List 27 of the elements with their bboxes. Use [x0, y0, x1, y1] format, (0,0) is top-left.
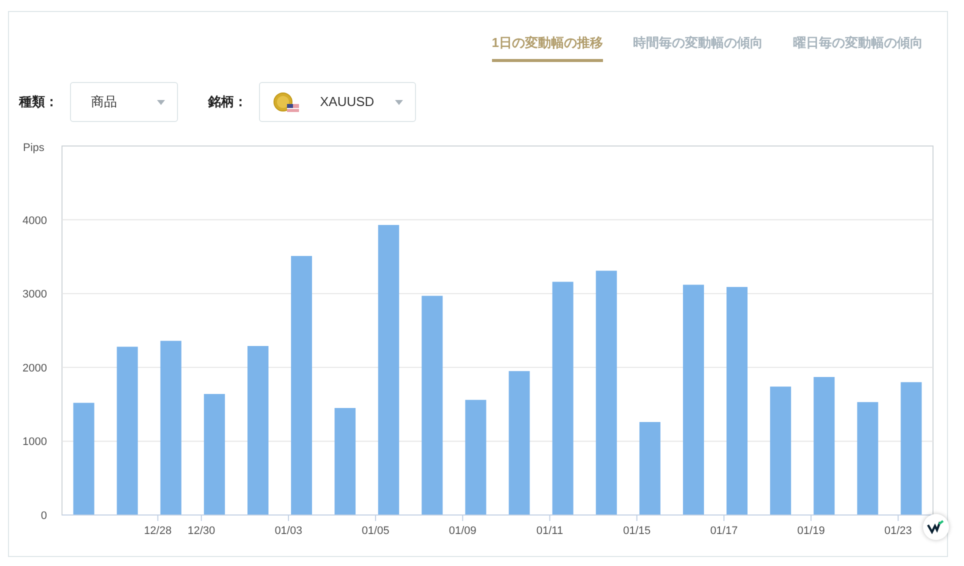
logo-icon[interactable]	[923, 514, 949, 540]
y-tick-label: 0	[40, 510, 47, 522]
axis-title: Pips	[23, 142, 44, 154]
x-tick-label: 01/17	[710, 525, 738, 537]
caret-icon	[395, 100, 403, 104]
caret-icon	[157, 100, 165, 104]
x-tick-label: 12/28	[144, 525, 172, 537]
x-tick-label: 01/05	[362, 525, 390, 537]
filter-label: 銘柄：	[208, 93, 247, 112]
coin-flag-icon	[272, 91, 302, 113]
filter-label: 種類：	[19, 93, 58, 112]
x-tick-label: 01/09	[448, 525, 476, 537]
x-tick-label: 01/23	[884, 525, 912, 537]
dropdown[interactable]: 商品	[70, 82, 178, 122]
x-tick-label: 01/15	[623, 525, 651, 537]
y-tick-label: 1000	[22, 436, 47, 448]
y-tick-label: 4000	[22, 214, 47, 227]
dropdown[interactable]: XAUUSD	[259, 82, 416, 122]
x-tick-label: 01/03	[274, 525, 302, 537]
x-tick-label: 01/19	[797, 525, 825, 537]
tab[interactable]: 時間毎の変動幅の傾向	[633, 12, 763, 62]
y-tick-label: 2000	[22, 362, 47, 374]
tab[interactable]: 1日の変動幅の推移	[492, 12, 603, 62]
x-tick-label: 01/11	[536, 525, 564, 537]
tab[interactable]: 曜日毎の変動幅の傾向	[793, 12, 923, 62]
x-tick-label: 12/30	[188, 525, 216, 537]
y-tick-label: 3000	[22, 288, 47, 301]
